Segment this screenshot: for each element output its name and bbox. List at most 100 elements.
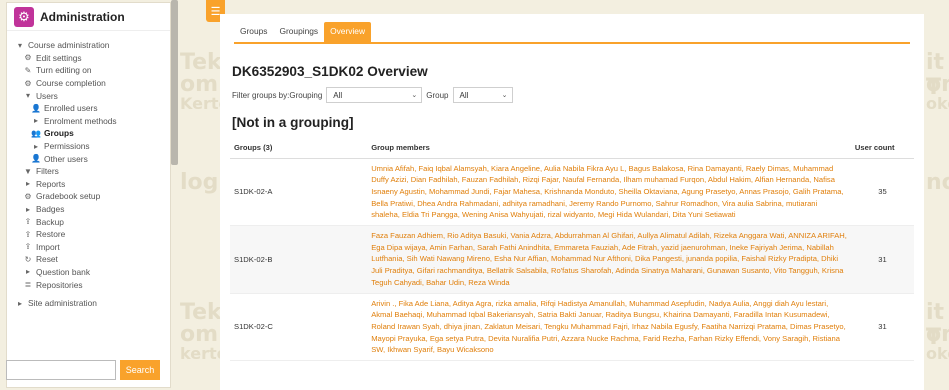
tab-groupings[interactable]: Groupings xyxy=(273,22,324,42)
admin-tree-item-label: Restore xyxy=(36,229,66,240)
admin-tree-item[interactable]: ▸ Question bank xyxy=(15,266,170,279)
chevron-down-icon: ⌄ xyxy=(411,92,418,99)
grouping-select-value: All xyxy=(333,90,343,100)
main-content: Groups Groupings Overview DK6352903_S1DK… xyxy=(220,14,924,390)
user-icon: 👤 xyxy=(31,103,41,113)
admin-search-input[interactable] xyxy=(6,360,116,380)
admin-tree-item[interactable]: ▾ Course administration xyxy=(15,39,170,52)
administration-block-header: ⚙ Administration xyxy=(7,3,170,31)
gear-icon: ⚙ xyxy=(24,53,32,63)
admin-tree-item[interactable]: ▸ Badges xyxy=(15,203,170,216)
admin-tree-item-label: Permissions xyxy=(44,141,90,152)
admin-tree-item[interactable]: ▸ Permissions xyxy=(15,140,170,153)
caret-down-icon: ▾ xyxy=(17,40,22,50)
caret-down-icon: ▾ xyxy=(25,91,30,101)
admin-tree-item[interactable]: ⚙ Edit settings xyxy=(15,52,170,65)
admin-tree-item-label: Site administration xyxy=(28,298,97,309)
admin-tree-item[interactable]: ↻ Reset xyxy=(15,253,170,266)
user-count: 35 xyxy=(850,158,914,227)
admin-tree-item-label: Course administration xyxy=(28,40,110,51)
admin-tree-item[interactable]: ⚙ Gradebook setup xyxy=(15,190,170,203)
admin-search: Search xyxy=(6,360,171,382)
group-select-value: All xyxy=(459,90,469,100)
repository-icon: ≣ xyxy=(24,280,32,290)
admin-tree-item-label: Reports xyxy=(36,178,66,189)
cogs-icon: ⚙ xyxy=(14,6,34,27)
watermark-text: om xyxy=(180,322,219,347)
admin-tree-item[interactable]: 👥 Groups xyxy=(15,127,170,140)
watermark-text: it T xyxy=(926,50,945,100)
administration-block: ⚙ Administration ▾ Course administration ⚙… xyxy=(6,2,171,388)
block-title: Administration xyxy=(40,9,125,24)
watermark-text: om xyxy=(926,72,949,97)
watermark-text: om xyxy=(926,322,949,347)
admin-tree-item[interactable]: ▸ Reports xyxy=(15,178,170,191)
group-filter-label: Group xyxy=(426,90,449,100)
admin-tree-item[interactable]: 👤 Other users xyxy=(15,152,170,165)
group-name[interactable]: S1DK-02-A xyxy=(230,158,368,227)
admin-tree-item-label: Other users xyxy=(44,153,88,164)
column-header-members: Group members xyxy=(367,138,851,159)
table-row: S1DK-02-C Arivin ., Fika Ade Liana, Adit… xyxy=(230,293,914,362)
watermark-text: it T xyxy=(926,300,945,350)
tab-groups[interactable]: Groups xyxy=(234,22,273,42)
group-name[interactable]: S1DK-02-B xyxy=(230,225,368,294)
filter-bar: Filter groups by:Grouping All ⌄ Group Al… xyxy=(232,87,914,103)
watermark-text: om xyxy=(180,72,219,97)
admin-tree-item-label: Users xyxy=(36,90,58,101)
column-header-groups: Groups (3) xyxy=(230,138,368,159)
watermark-text: okerl xyxy=(926,94,949,113)
admin-tree-item-label: Turn editing on xyxy=(36,65,92,76)
admin-tree-item[interactable]: ✎ Turn editing on xyxy=(15,64,170,77)
caret-right-icon: ▸ xyxy=(25,204,30,214)
admin-tree-item[interactable]: ⚙ Course completion xyxy=(15,77,170,90)
admin-tree-item-label: Reset xyxy=(36,254,58,265)
admin-tree-item[interactable]: ⇪ Restore xyxy=(15,228,170,241)
caret-right-icon: ▸ xyxy=(25,267,30,277)
group-select[interactable]: All ⌄ xyxy=(452,87,513,103)
admin-tree-item[interactable]: ≣ Repositories xyxy=(15,278,170,291)
admin-tree-item-label: Backup xyxy=(36,216,64,227)
admin-tree-item-label: Filters xyxy=(36,166,59,177)
admin-tree: ▾ Course administration ⚙ Edit settings ✎ Tur… xyxy=(7,31,170,309)
gear-icon: ⚙ xyxy=(24,78,32,88)
group-members[interactable]: Umnia Afifah, Faiq Iqbal Alamsyah, Kiara… xyxy=(367,158,851,227)
group-members[interactable]: Arivin ., Fika Ade Liana, Aditya Agra, r… xyxy=(367,293,851,362)
admin-tree-item[interactable]: ▸ Enrolment methods xyxy=(15,115,170,128)
users-icon: 👥 xyxy=(31,128,41,138)
filter-icon: ▼ xyxy=(24,166,32,176)
gear-icon: ⚙ xyxy=(24,191,32,201)
pencil-icon: ✎ xyxy=(24,65,32,75)
admin-tree-item[interactable]: ▼ Filters xyxy=(15,165,170,178)
admin-tree-item-label: Gradebook setup xyxy=(36,191,101,202)
admin-tree-item[interactable]: ⇪ Backup xyxy=(15,215,170,228)
admin-tree-item-label: Question bank xyxy=(36,266,91,277)
tab-overview[interactable]: Overview xyxy=(324,22,372,42)
admin-tree-item-label: Enrolment methods xyxy=(44,115,117,126)
admin-tree-item[interactable]: 👤 Enrolled users xyxy=(15,102,170,115)
group-name[interactable]: S1DK-02-C xyxy=(230,293,368,362)
admin-tree-item-label: Edit settings xyxy=(36,52,82,63)
block-scrollbar[interactable] xyxy=(171,0,178,165)
grouping-filter-label: Filter groups by:Grouping xyxy=(232,90,323,100)
caret-right-icon: ▸ xyxy=(33,141,38,151)
admin-tree-item-label: Badges xyxy=(36,204,65,215)
grouping-select[interactable]: All ⌄ xyxy=(326,87,423,103)
table-row: S1DK-02-B Faza Fauzan Adhiem, Rio Aditya… xyxy=(230,225,914,294)
group-members[interactable]: Faza Fauzan Adhiem, Rio Aditya Basuki, V… xyxy=(367,225,851,294)
user-count: 31 xyxy=(850,293,914,362)
grouping-heading: [Not in a grouping] xyxy=(232,115,354,130)
table-row: S1DK-02-A Umnia Afifah, Faiq Iqbal Alams… xyxy=(230,158,914,227)
restore-icon: ⇪ xyxy=(24,229,32,239)
watermark-text: nolog xyxy=(926,170,949,195)
admin-tree-item-label: Import xyxy=(36,241,60,252)
admin-tree-item[interactable]: ▾ Users xyxy=(15,89,170,102)
admin-tree-item[interactable]: ⇪ Import xyxy=(15,241,170,254)
caret-right-icon: ▸ xyxy=(25,179,30,189)
page-title: DK6352903_S1DK02 Overview xyxy=(232,64,428,79)
search-button[interactable]: Search xyxy=(120,360,160,380)
caret-right-icon: ▸ xyxy=(17,298,22,308)
group-tabs: Groups Groupings Overview xyxy=(234,22,910,44)
import-icon: ⇪ xyxy=(24,242,32,252)
admin-tree-item[interactable]: ▸ Site administration xyxy=(15,297,170,310)
